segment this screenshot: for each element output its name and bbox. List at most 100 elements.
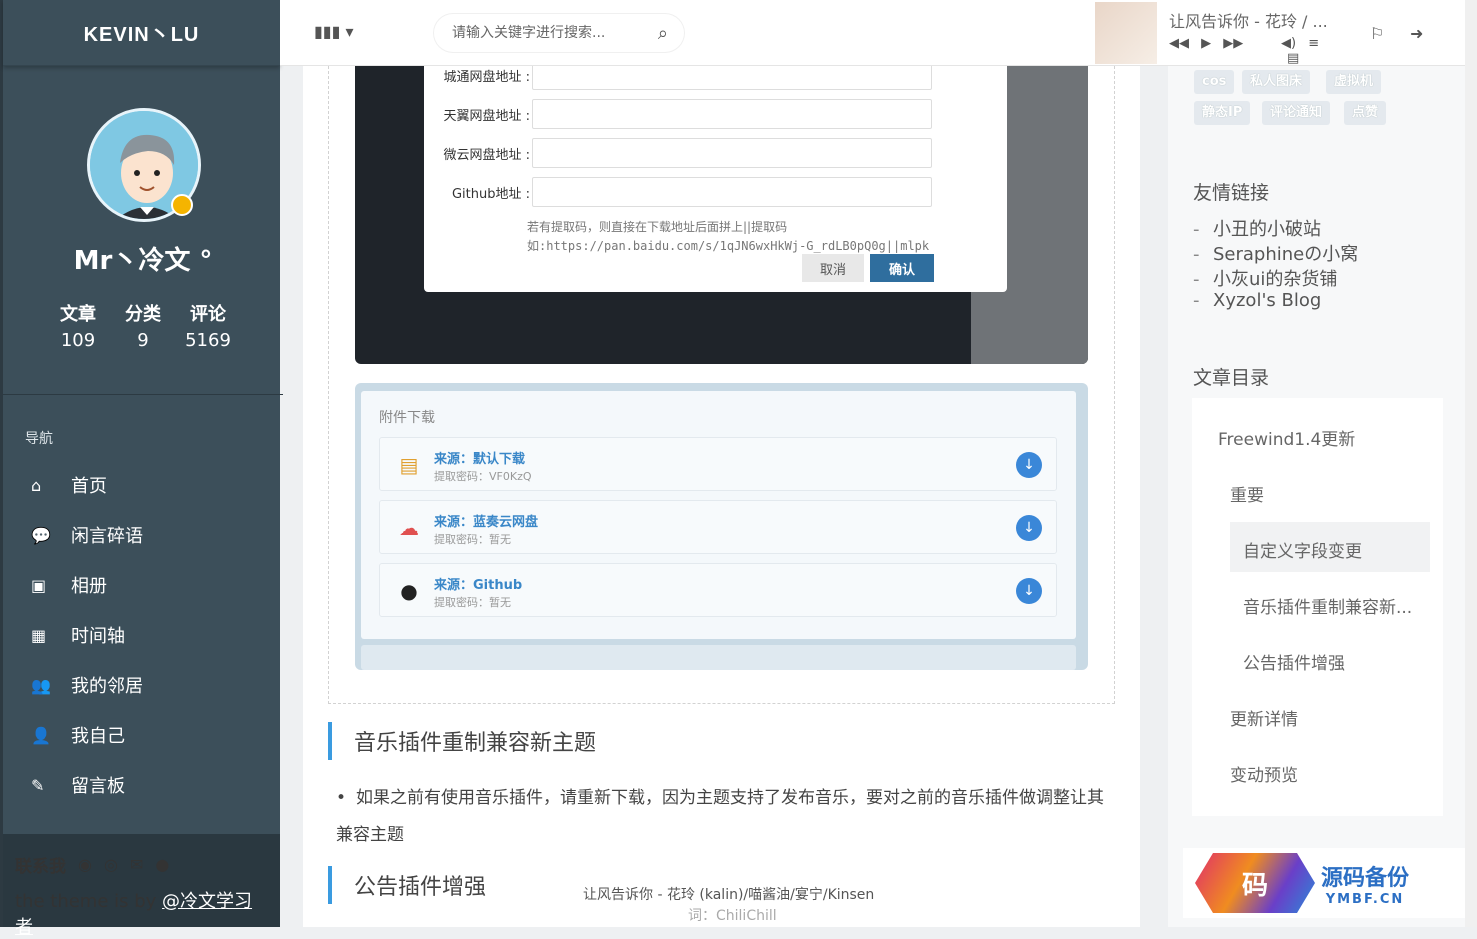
- email-icon[interactable]: ✉: [130, 855, 143, 874]
- download-source: 来源：默认下载: [434, 452, 526, 467]
- github-icon[interactable]: ●: [155, 855, 169, 874]
- lyric-song-info: 让风告诉你 - 花玲 (kalin)/喵酱油/宴宁/Kinsen: [583, 887, 875, 903]
- tag[interactable]: 私人图床: [1242, 70, 1311, 94]
- volume-icon[interactable]: ◀): [1281, 36, 1296, 51]
- field-label: 城通网盘地址 :: [443, 69, 530, 85]
- users-icon: 👥: [31, 675, 51, 695]
- cancel-button[interactable]: 取消: [802, 254, 864, 282]
- lyrics-icon[interactable]: ▤: [1287, 51, 1299, 66]
- sidebar: KEVIN丶LU Mr丶冷文 ° 文章 109 分类 9 评论 5169 导航 …: [0, 0, 283, 927]
- theme-credit: the theme is by @冷文学习者: [15, 887, 268, 939]
- watermark-subtitle: YMBF.CN: [1325, 891, 1405, 907]
- friend-link[interactable]: - 小灰ui的杂货铺: [1193, 265, 1337, 291]
- field-input[interactable]: [532, 138, 932, 168]
- lyric-line: 词：ChiliChill: [688, 908, 777, 924]
- right-sidebar: cos 私人图床 虚拟机 静态IP 评论通知 点赞 友情链接 - 小丑的小破站 -…: [1168, 66, 1465, 927]
- table-of-contents: Freewind1.4更新 重要 自定义字段变更 音乐插件重制兼容新... 公告…: [1192, 398, 1443, 816]
- friend-link[interactable]: - Xyzol's Blog: [1193, 290, 1321, 311]
- toc-item[interactable]: 公告插件增强: [1243, 649, 1345, 674]
- download-item[interactable]: ▤ 来源：默认下载 提取密码：VF0KzQ ↓: [379, 437, 1057, 491]
- friend-link-label: Xyzol's Blog: [1213, 290, 1322, 311]
- list-item: • 如果之前有使用音乐插件，请重新下载，因为主题支持了发布音乐，要对之前的音乐插件…: [336, 780, 1116, 854]
- sidebar-item-about[interactable]: 👤 我自己: [3, 710, 280, 760]
- hint-text: 若有提取码，则直接在下载地址后面拼上||提取码: [527, 220, 788, 234]
- download-icon[interactable]: ↓: [1016, 515, 1042, 541]
- weibo-icon[interactable]: ◎: [104, 855, 118, 874]
- download-password: 提取密码：VF0KzQ: [434, 470, 532, 483]
- toc-item[interactable]: 变动预览: [1230, 761, 1298, 786]
- toc-item[interactable]: 重要: [1230, 481, 1264, 506]
- sidebar-item-home[interactable]: ⌂ 首页: [3, 460, 280, 510]
- toc-heading: 文章目录: [1193, 367, 1270, 389]
- next-icon[interactable]: ▶▶: [1223, 36, 1243, 51]
- field-row: 天翼网盘地址 :: [424, 99, 932, 129]
- stat-articles[interactable]: 文章 109: [43, 300, 113, 351]
- page-scrollbar[interactable]: [1465, 0, 1477, 927]
- friend-link-label: 小灰ui的杂货铺: [1213, 269, 1338, 290]
- music-player: 让风告诉你 - 花玲 / ... ◀◀ ▶ ▶▶ ◀) ≡ ▤: [1095, 0, 1335, 66]
- login-icon[interactable]: ➜: [1410, 24, 1423, 43]
- image-icon: ▣: [31, 575, 47, 595]
- download-item[interactable]: ☁ 来源：蓝奏云网盘 提取密码：暂无 ↓: [379, 500, 1057, 554]
- sidebar-item-album[interactable]: ▣ 相册: [3, 560, 280, 610]
- contact-footer: 联系我 ◉ ◎ ✉ ● the theme is by @冷文学习者: [3, 834, 280, 938]
- player-extra-controls: ◀) ≡ ▤: [1281, 36, 1335, 66]
- toc-item[interactable]: 音乐插件重制兼容新...: [1243, 593, 1412, 618]
- sidebar-item-label: 我的邻居: [71, 676, 143, 697]
- previous-icon[interactable]: ◀◀: [1169, 36, 1189, 51]
- sidebar-divider: [3, 394, 283, 395]
- cloud-icon: ☁: [399, 516, 419, 540]
- stat-value: 9: [137, 330, 149, 351]
- bookmark-icon[interactable]: ⚐: [1370, 24, 1384, 43]
- hint-example: 如:https://pan.baidu.com/s/1qJN6wxHkWj-G_…: [527, 239, 930, 253]
- stat-label: 文章: [60, 304, 96, 325]
- tag[interactable]: 虚拟机: [1326, 70, 1382, 94]
- confirm-button[interactable]: 确认: [870, 254, 934, 282]
- vip-badge-icon: [171, 194, 193, 216]
- field-input[interactable]: [532, 99, 932, 129]
- field-input[interactable]: [532, 66, 932, 90]
- field-row: 城通网盘地址 :: [424, 66, 932, 90]
- toc-item-active[interactable]: 自定义字段变更: [1243, 537, 1362, 562]
- github-icon: ●: [400, 579, 418, 603]
- album-cover[interactable]: [1095, 2, 1157, 64]
- stat-categories[interactable]: 分类 9: [108, 300, 178, 351]
- search-box: ⌕: [434, 14, 684, 52]
- nav-heading: 导航: [25, 431, 53, 447]
- sidebar-item-label: 闲言碎语: [71, 526, 143, 547]
- tag[interactable]: 静态IP: [1194, 101, 1251, 125]
- tag[interactable]: 评论通知: [1262, 101, 1331, 125]
- qq-icon[interactable]: ◉: [78, 855, 92, 874]
- download-card-footer: [361, 645, 1076, 670]
- download-icon[interactable]: ↓: [1016, 452, 1042, 478]
- site-brand[interactable]: KEVIN丶LU: [3, 0, 280, 66]
- sidebar-item-timeline[interactable]: ▦ 时间轴: [3, 610, 280, 660]
- field-input[interactable]: [532, 177, 932, 207]
- section-heading: 音乐插件重制兼容新主题: [328, 722, 596, 760]
- sidebar-item-label: 首页: [71, 476, 107, 497]
- download-item[interactable]: ● 来源：Github 提取密码：暂无 ↓: [379, 563, 1057, 617]
- friend-link-label: Seraphineの小窝: [1213, 244, 1359, 265]
- toc-item[interactable]: Freewind1.4更新: [1218, 425, 1355, 450]
- sidebar-item-label: 时间轴: [71, 626, 125, 647]
- bar-chart-icon[interactable]: ▮▮▮ ▾: [314, 22, 354, 41]
- play-icon[interactable]: ▶: [1201, 36, 1211, 51]
- search-icon[interactable]: ⌕: [658, 23, 668, 44]
- download-source: 来源：蓝奏云网盘: [434, 515, 539, 530]
- friend-link[interactable]: - Seraphineの小窝: [1193, 240, 1358, 266]
- download-icon[interactable]: ↓: [1016, 578, 1042, 604]
- toc-item[interactable]: 更新详情: [1230, 705, 1298, 730]
- tag[interactable]: 点赞: [1344, 101, 1387, 125]
- screenshot-download-image: 附件下载 ▤ 来源：默认下载 提取密码：VF0KzQ ↓ ☁ 来源：蓝奏云网盘 …: [355, 383, 1088, 670]
- home-icon: ⌂: [31, 475, 42, 495]
- search-input[interactable]: [450, 24, 620, 42]
- netdisk-dialog: 城通网盘地址 : 天翼网盘地址 : 微云网盘地址 : Github地址 : 若有…: [424, 66, 1007, 292]
- sidebar-item-guestbook[interactable]: ✎ 留言板: [3, 760, 280, 810]
- playlist-icon[interactable]: ≡: [1308, 36, 1319, 51]
- stat-comments[interactable]: 评论 5169: [173, 300, 243, 351]
- tag[interactable]: cos: [1194, 70, 1235, 94]
- friend-link[interactable]: - 小丑的小破站: [1193, 215, 1321, 241]
- sidebar-item-chatter[interactable]: 💬 闲言碎语: [3, 510, 280, 560]
- sidebar-item-neighbors[interactable]: 👥 我的邻居: [3, 660, 280, 710]
- watermark-title: 源码备份: [1321, 865, 1410, 891]
